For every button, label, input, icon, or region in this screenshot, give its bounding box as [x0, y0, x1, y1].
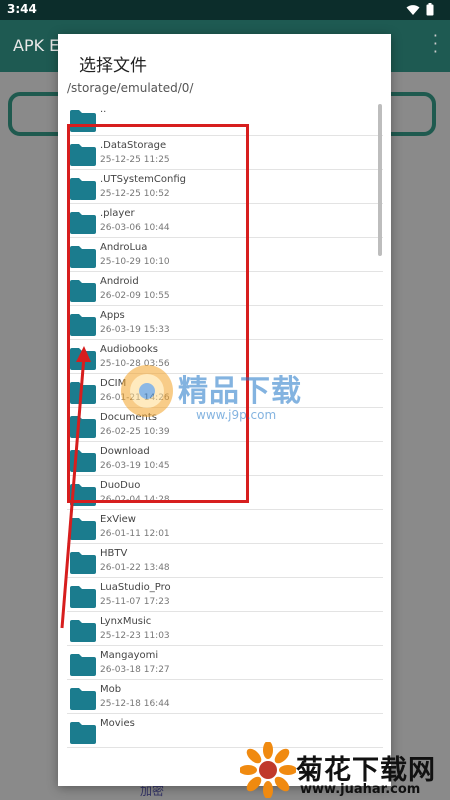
more-menu-icon[interactable]: · · · [433, 28, 438, 60]
current-path: /storage/emulated/0/ [67, 81, 194, 95]
file-date: 25-12-18 16:44 [100, 699, 170, 709]
red-highlight-box [67, 124, 249, 503]
file-date: 25-11-07 17:23 [100, 597, 170, 607]
dialog-title: 选择文件 [79, 56, 147, 76]
folder-icon [70, 586, 96, 608]
folder-icon [70, 620, 96, 642]
center-watermark: 精品下载 www.j9p.com [118, 362, 301, 424]
app-title: APK E [13, 36, 60, 55]
file-row[interactable]: Mob 25-12-18 16:44 [67, 680, 383, 714]
file-date: 25-12-23 11:03 [100, 631, 170, 641]
file-row[interactable]: LynxMusic 25-12-23 11:03 [67, 612, 383, 646]
file-name: HBTV [100, 548, 128, 559]
file-row[interactable]: Mangayomi 26-03-18 17:27 [67, 646, 383, 680]
status-time: 3:44 [7, 2, 37, 16]
folder-icon [70, 518, 96, 540]
file-name: LuaStudio_Pro [100, 582, 171, 593]
file-name: Movies [100, 718, 135, 729]
watermark-text: 精品下载 [178, 374, 302, 409]
folder-icon [70, 654, 96, 676]
file-name: Mangayomi [100, 650, 159, 661]
flower-logo-icon [240, 742, 296, 798]
file-date: 26-01-11 12:01 [100, 529, 170, 539]
file-name: ExView [100, 514, 136, 525]
file-row[interactable]: ExView 26-01-11 12:01 [67, 510, 383, 544]
corner-watermark: 菊花下载网 www.juahar.com [240, 740, 450, 800]
file-name: Mob [100, 684, 122, 695]
wifi-icon [406, 4, 420, 15]
file-row[interactable]: LuaStudio_Pro 25-11-07 17:23 [67, 578, 383, 612]
file-name: .. [100, 104, 107, 115]
watermark-url: www.j9p.com [196, 408, 277, 422]
corner-watermark-url: www.juahar.com [300, 782, 421, 797]
file-row[interactable]: HBTV 26-01-22 13:48 [67, 544, 383, 578]
file-name: LynxMusic [100, 616, 152, 627]
list-scrollbar[interactable] [378, 104, 382, 256]
file-date: 26-01-22 13:48 [100, 563, 170, 573]
folder-icon [70, 552, 96, 574]
status-bar: 3:44 [0, 0, 450, 20]
folder-icon [70, 722, 96, 744]
watermark-logo-icon [121, 365, 173, 417]
file-date: 26-03-18 17:27 [100, 665, 170, 675]
folder-icon [70, 688, 96, 710]
battery-icon [426, 3, 434, 16]
